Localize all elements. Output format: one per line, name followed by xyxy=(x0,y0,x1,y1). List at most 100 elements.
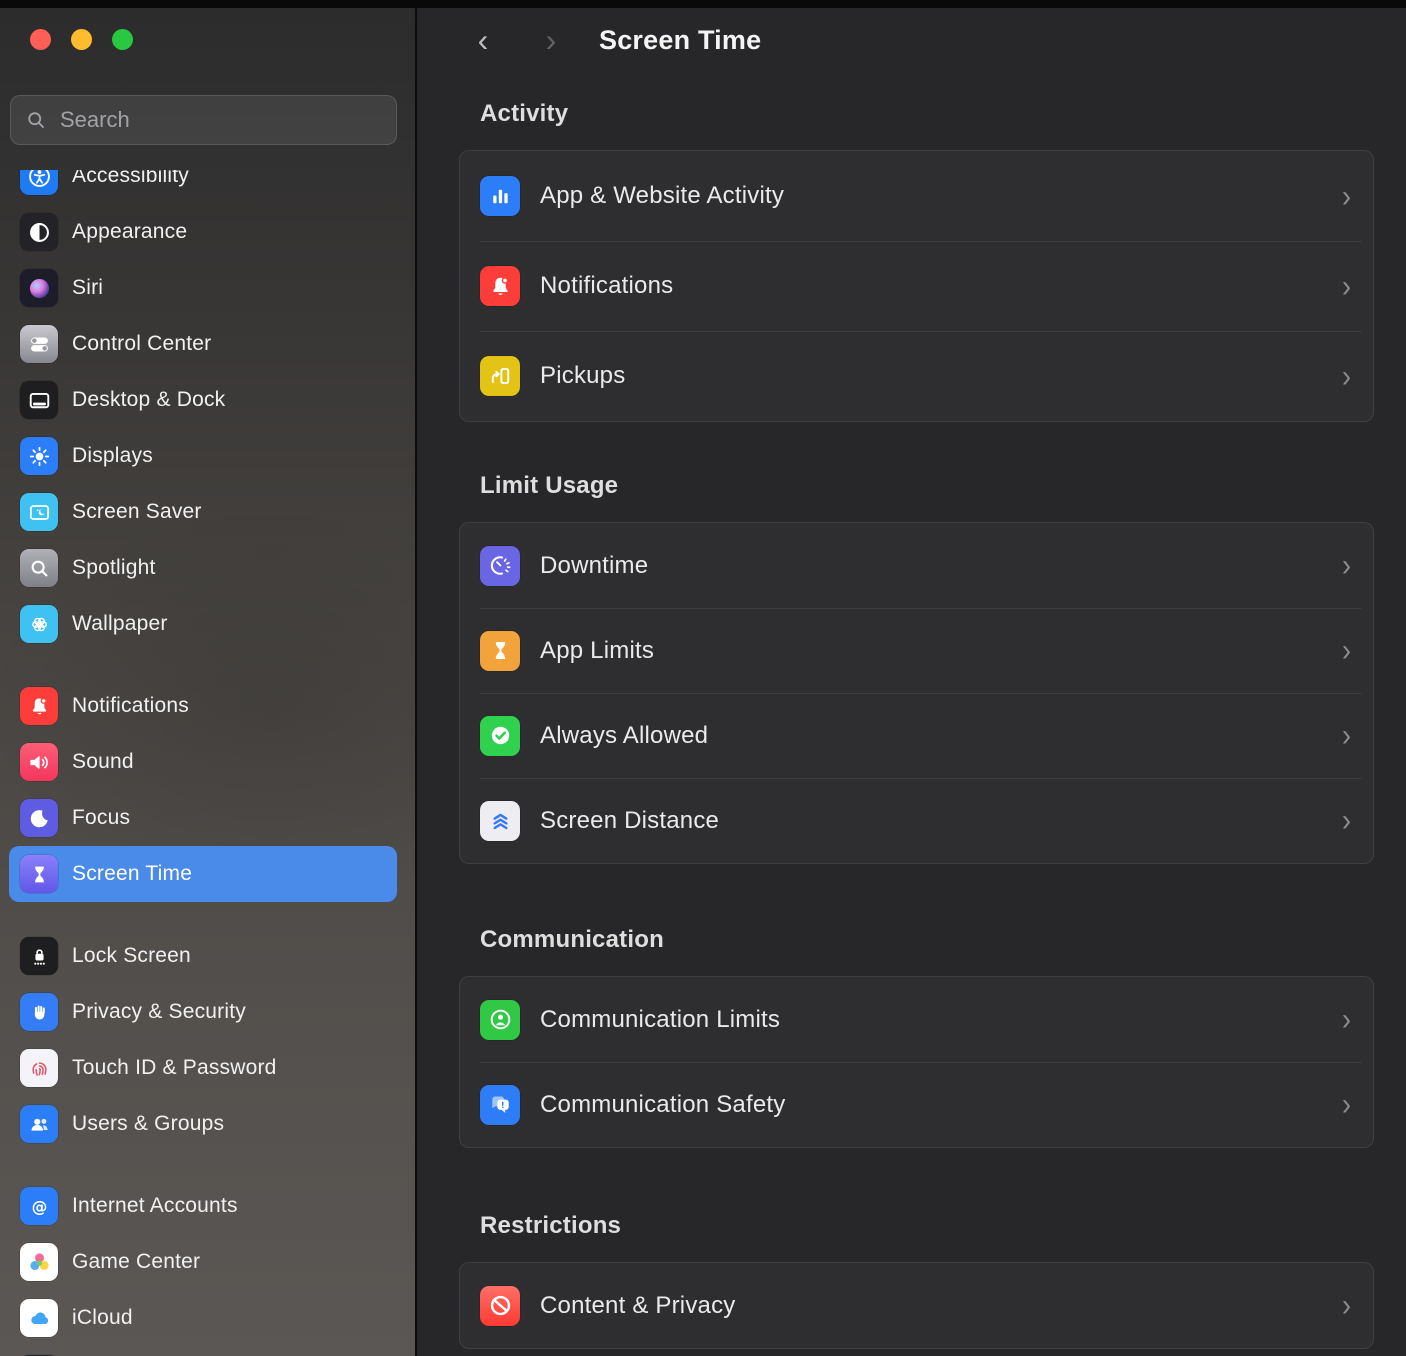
row-label: Downtime xyxy=(540,552,648,580)
sidebar-item-notifications[interactable]: Notifications xyxy=(9,678,397,734)
internet-accounts-icon: @ xyxy=(20,1187,58,1225)
chevron-right-icon: › xyxy=(1342,1087,1351,1123)
settings-row-app-website-activity[interactable]: App & Website Activity› xyxy=(460,151,1373,241)
screen-distance-icon xyxy=(480,801,520,841)
game-center-icon xyxy=(20,1243,58,1281)
sidebar-item-label: Displays xyxy=(72,444,153,468)
displays-icon xyxy=(20,437,58,475)
sidebar-item-label: Users & Groups xyxy=(72,1112,224,1136)
minimize-button[interactable] xyxy=(71,29,92,50)
chevron-right-icon: › xyxy=(1342,1288,1351,1324)
settings-row-communication-limits[interactable]: Communication Limits› xyxy=(460,977,1373,1062)
search-icon xyxy=(25,109,47,131)
row-label: Content & Privacy xyxy=(540,1292,735,1320)
panel-header: ‹ › Screen Time xyxy=(419,8,1406,72)
settings-row-downtime[interactable]: Downtime › xyxy=(460,523,1373,608)
settings-row-app-limits[interactable]: App Limits › xyxy=(460,608,1373,693)
sidebar-item-control-center[interactable]: Control Center xyxy=(9,316,397,372)
sidebar-item-wallet-apple-pay[interactable]: Wallet & Apple Pay xyxy=(9,1346,397,1356)
accessibility-icon xyxy=(20,170,58,195)
users-groups-icon xyxy=(20,1105,58,1143)
communication-safety-icon: ! xyxy=(480,1085,520,1125)
search-input[interactable] xyxy=(58,106,382,134)
row-label: Notifications xyxy=(540,272,673,300)
sound-icon xyxy=(20,743,58,781)
focus-icon xyxy=(20,799,58,837)
control-center-icon xyxy=(20,325,58,363)
chevron-right-icon: › xyxy=(1342,718,1351,754)
touch-id-icon xyxy=(20,1049,58,1087)
settings-row-content-privacy[interactable]: Content & Privacy › xyxy=(460,1263,1373,1348)
chevron-right-icon: › xyxy=(1342,633,1351,669)
notifications-icon xyxy=(20,687,58,725)
sidebar-item-label: iCloud xyxy=(72,1306,133,1330)
sidebar-group: Lock Screen Privacy & Security Touch ID & … xyxy=(0,928,415,1152)
settings-card: App & Website Activity›Notifications›Pic… xyxy=(459,150,1374,422)
sidebar-item-label: Desktop & Dock xyxy=(72,388,225,412)
settings-content: ActivityApp & Website Activity›Notificat… xyxy=(419,72,1406,1356)
sidebar-item-label: Control Center xyxy=(72,332,211,356)
row-label: Always Allowed xyxy=(540,722,708,750)
sidebar-item-spotlight[interactable]: Spotlight xyxy=(9,540,397,596)
svg-text:@: @ xyxy=(31,1196,47,1215)
chevron-right-icon: › xyxy=(1342,803,1351,839)
sidebar-item-wallpaper[interactable]: Wallpaper xyxy=(9,596,397,652)
sidebar-item-users-groups[interactable]: Users & Groups xyxy=(9,1096,397,1152)
sidebar-group: NotificationsSoundFocus Screen Time xyxy=(0,678,415,902)
svg-text:!: ! xyxy=(500,1100,504,1110)
sidebar-item-accessibility[interactable]: Accessibility xyxy=(9,170,397,204)
icloud-icon xyxy=(20,1299,58,1337)
content-privacy-icon xyxy=(480,1286,520,1326)
chevron-right-icon: › xyxy=(1342,548,1351,584)
sidebar-item-desktop-dock[interactable]: Desktop & Dock xyxy=(9,372,397,428)
row-label: App Limits xyxy=(540,637,654,665)
downtime-icon xyxy=(480,546,520,586)
settings-card: Content & Privacy › xyxy=(459,1262,1374,1349)
sidebar-item-icloud[interactable]: iCloud xyxy=(9,1290,397,1346)
sidebar-item-game-center[interactable]: Game Center xyxy=(9,1234,397,1290)
lock-screen-icon xyxy=(20,937,58,975)
settings-row-screen-distance[interactable]: Screen Distance› xyxy=(460,778,1373,863)
sidebar-item-label: Screen Time xyxy=(72,862,192,886)
sidebar-item-siri[interactable]: Siri xyxy=(9,260,397,316)
settings-row-notifications[interactable]: Notifications› xyxy=(460,241,1373,331)
settings-row-pickups[interactable]: Pickups› xyxy=(460,331,1373,421)
section-header: Communication xyxy=(459,926,1374,954)
sidebar-item-displays[interactable]: Displays xyxy=(9,428,397,484)
settings-row-communication-safety[interactable]: !Communication Safety› xyxy=(460,1062,1373,1147)
sidebar-item-label: Appearance xyxy=(72,220,187,244)
chevron-right-icon: › xyxy=(1342,1002,1351,1038)
sidebar-item-focus[interactable]: Focus xyxy=(9,790,397,846)
app-limits-icon xyxy=(480,631,520,671)
settings-row-always-allowed[interactable]: Always Allowed › xyxy=(460,693,1373,778)
back-button[interactable]: ‹ xyxy=(475,24,491,56)
sidebar-item-label: Siri xyxy=(72,276,103,300)
sidebar-item-privacy-security[interactable]: Privacy & Security xyxy=(9,984,397,1040)
page-title: Screen Time xyxy=(599,25,761,56)
privacy-security-icon xyxy=(20,993,58,1031)
sidebar-item-touch-id-password[interactable]: Touch ID & Password xyxy=(9,1040,397,1096)
sidebar-list: Accessibility Appearance Siri Control Cente… xyxy=(0,170,415,1356)
wallpaper-icon xyxy=(20,605,58,643)
desktop-dock-icon xyxy=(20,381,58,419)
sidebar-item-label: Spotlight xyxy=(72,556,156,580)
section-header: Activity xyxy=(459,100,1374,128)
settings-card: Communication Limits›!Communication Safe… xyxy=(459,976,1374,1148)
zoom-button[interactable] xyxy=(112,29,133,50)
close-button[interactable] xyxy=(30,29,51,50)
sidebar-item-screen-time[interactable]: Screen Time xyxy=(9,846,397,902)
screen-time-panel: ‹ › Screen Time Activity App & Website Ac… xyxy=(419,8,1406,1356)
forward-button[interactable]: › xyxy=(543,24,559,56)
traffic-lights xyxy=(30,29,133,50)
sidebar-item-appearance[interactable]: Appearance xyxy=(9,204,397,260)
sidebar-item-label: Wallpaper xyxy=(72,612,168,636)
sidebar-item-sound[interactable]: Sound xyxy=(9,734,397,790)
sidebar-item-label: Privacy & Security xyxy=(72,1000,246,1024)
screen-time-icon xyxy=(20,855,58,893)
row-label: App & Website Activity xyxy=(540,182,784,210)
sidebar-item-screen-saver[interactable]: Screen Saver xyxy=(9,484,397,540)
sidebar-item-internet-accounts[interactable]: @Internet Accounts xyxy=(9,1178,397,1234)
sidebar-item-lock-screen[interactable]: Lock Screen xyxy=(9,928,397,984)
search-field[interactable] xyxy=(10,95,397,145)
pickups-icon xyxy=(480,356,520,396)
